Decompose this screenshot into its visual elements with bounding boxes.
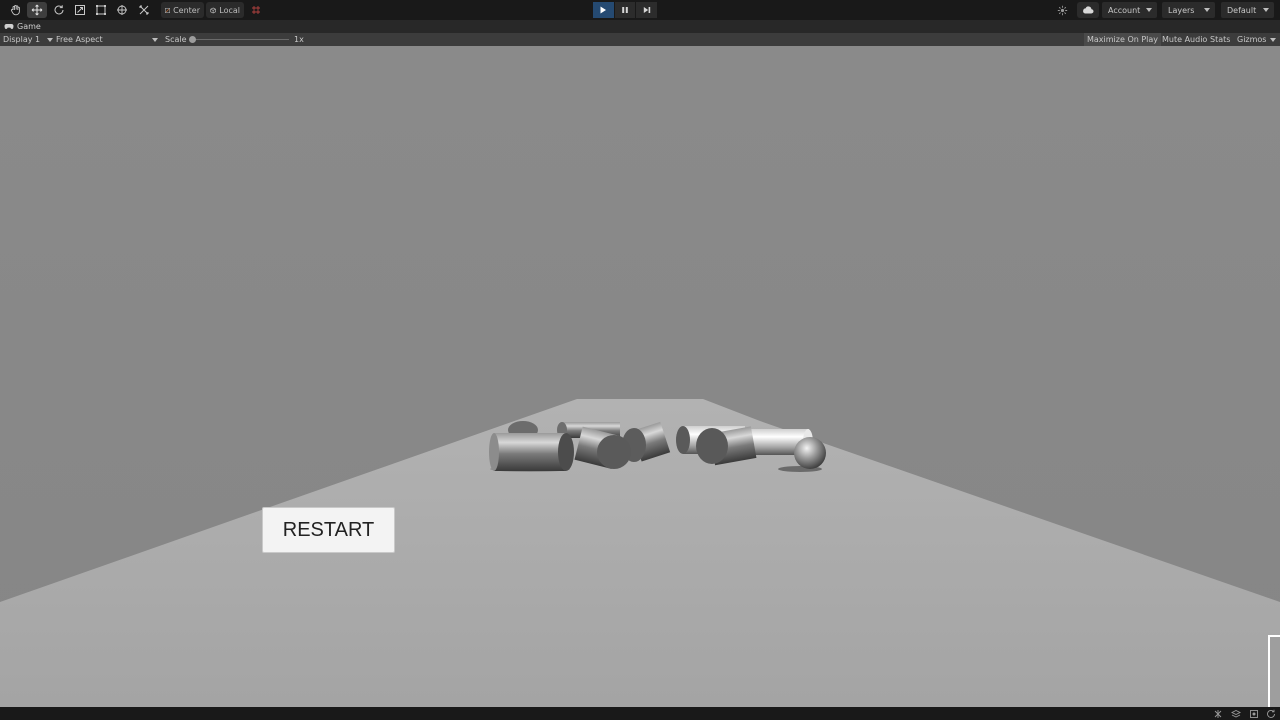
game-view-toolbar: Display 1 Free Aspect Scale 1x Maximize …	[0, 33, 1280, 46]
chevron-down-icon	[1146, 8, 1152, 12]
game-viewport[interactable]: RESTART	[0, 46, 1280, 707]
play-button[interactable]	[593, 2, 614, 18]
layout-dropdown[interactable]: Default	[1221, 2, 1274, 18]
chevron-down-icon[interactable]	[1270, 38, 1276, 42]
step-icon	[643, 7, 650, 13]
grid-snap-icon	[252, 6, 260, 14]
rotate-icon	[54, 5, 64, 15]
tab-game[interactable]: Game	[0, 20, 47, 33]
sun-icon	[1057, 5, 1067, 15]
pivot-mode-toggle[interactable]: Center	[161, 2, 204, 18]
rotate-tool-button[interactable]	[49, 2, 69, 18]
pivot-rotation-toggle[interactable]: Local	[206, 2, 244, 18]
stats-toggle[interactable]: Stats	[1207, 33, 1233, 46]
layers-stack-icon[interactable]	[1231, 709, 1241, 719]
cache-icon[interactable]	[1249, 709, 1259, 719]
layers-dropdown[interactable]: Layers	[1162, 2, 1215, 18]
layers-label: Layers	[1168, 5, 1195, 15]
cloud-icon	[1083, 6, 1094, 14]
tab-bar: Game	[0, 20, 1280, 33]
scale-tool-button[interactable]	[70, 2, 90, 18]
main-toolbar: Center Local Account Layers Default	[0, 0, 1280, 20]
chevron-down-icon	[1263, 8, 1269, 12]
services-button[interactable]	[1052, 2, 1072, 18]
scale-slider-handle[interactable]	[189, 36, 196, 43]
mute-audio-toggle[interactable]: Mute Audio	[1159, 33, 1210, 46]
pivot-rotation-label: Local	[219, 5, 240, 15]
hand-icon	[10, 4, 20, 16]
step-button[interactable]	[636, 2, 658, 18]
rect-tool-button[interactable]	[91, 2, 111, 18]
pause-button[interactable]	[614, 2, 636, 18]
play-icon	[600, 6, 607, 14]
display-dropdown[interactable]: Display 1	[3, 33, 53, 46]
gamepad-icon	[4, 23, 14, 30]
move-tool-button[interactable]	[27, 2, 47, 18]
hand-tool-button[interactable]	[6, 2, 26, 18]
tools-icon	[139, 5, 149, 15]
aspect-label: Free Aspect	[56, 35, 103, 44]
layout-label: Default	[1227, 5, 1257, 15]
chevron-down-icon	[47, 38, 53, 42]
scene-overlay-frame	[1268, 635, 1280, 707]
account-dropdown[interactable]: Account	[1102, 2, 1157, 18]
gizmos-toggle[interactable]: Gizmos	[1234, 33, 1269, 46]
pause-icon	[622, 7, 628, 13]
refresh-icon[interactable]	[1266, 709, 1276, 719]
chevron-down-icon	[1204, 8, 1210, 12]
transform-icon	[117, 5, 127, 15]
rect-transform-icon	[96, 5, 106, 15]
pivot-center-icon	[165, 7, 171, 13]
custom-tool-button[interactable]	[134, 2, 154, 18]
playback-controls	[593, 2, 658, 18]
chevron-down-icon	[152, 38, 158, 42]
scale-icon	[75, 5, 85, 15]
transform-tool-button[interactable]	[112, 2, 132, 18]
game-scene	[0, 46, 1280, 707]
pivot-mode-label: Center	[173, 5, 200, 15]
scale-label: Scale	[165, 35, 187, 44]
grid-snap-button[interactable]	[249, 2, 263, 18]
local-rotation-icon	[210, 7, 216, 13]
maximize-on-play-toggle[interactable]: Maximize On Play	[1084, 33, 1162, 46]
debug-icon[interactable]	[1213, 709, 1223, 719]
scale-slider-track[interactable]	[191, 39, 289, 40]
tab-game-label: Game	[17, 22, 41, 31]
sphere-object	[794, 437, 826, 469]
cloud-button[interactable]	[1077, 2, 1099, 18]
status-bar	[0, 707, 1280, 720]
move-icon	[31, 4, 43, 16]
cylinder-object	[696, 426, 757, 466]
account-label: Account	[1108, 5, 1141, 15]
cylinder-object	[489, 433, 574, 471]
scale-value: 1x	[294, 35, 304, 44]
restart-button[interactable]: RESTART	[262, 507, 395, 553]
aspect-dropdown[interactable]: Free Aspect	[56, 33, 159, 46]
display-label: Display 1	[3, 35, 41, 44]
